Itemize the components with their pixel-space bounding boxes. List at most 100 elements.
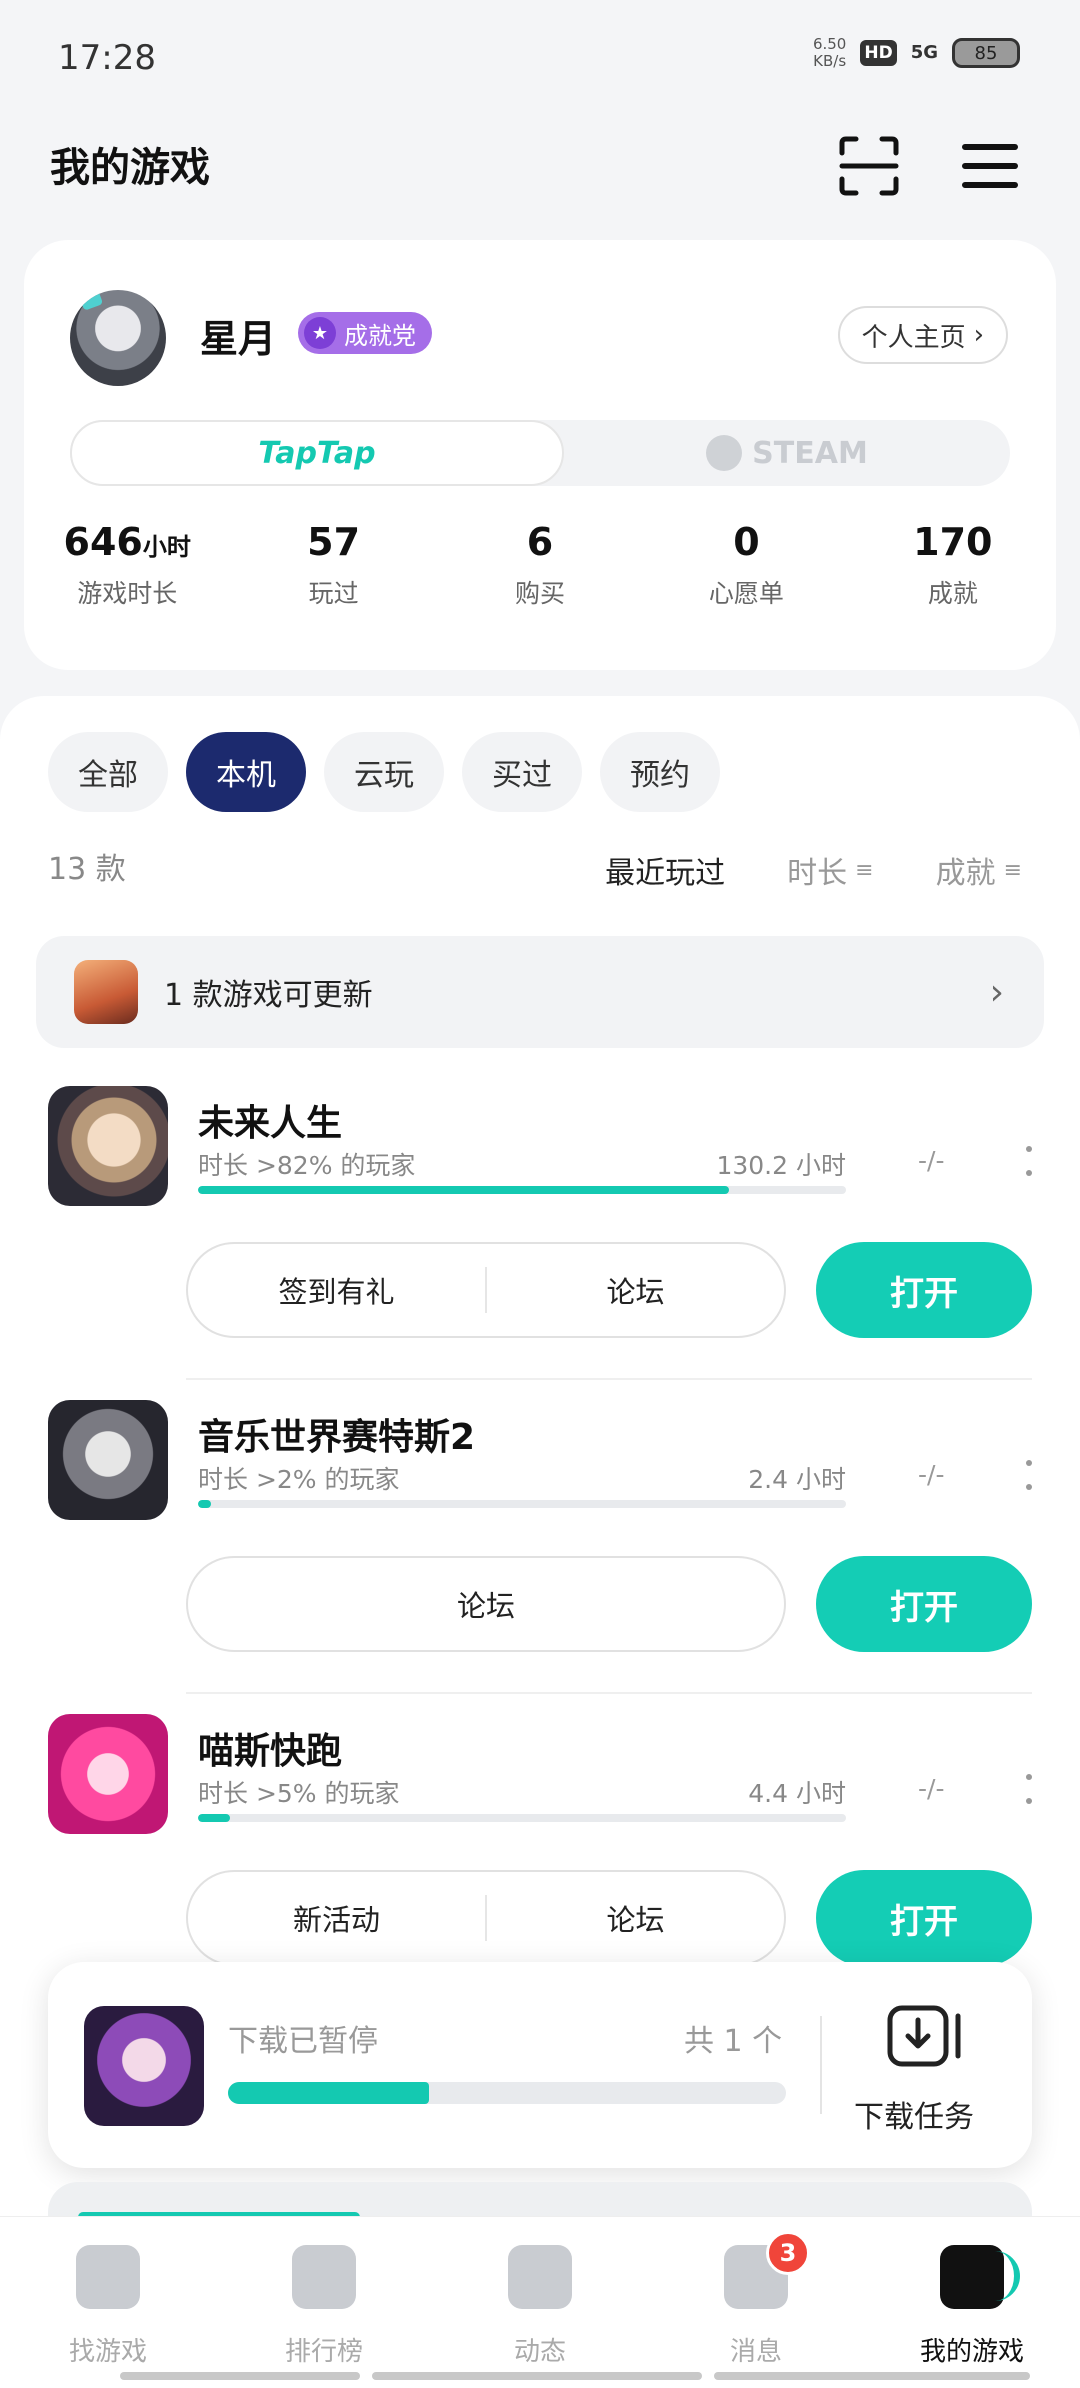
open-game-button[interactable]: 打开 (816, 1870, 1032, 1966)
stat-purchased[interactable]: 6 购买 (437, 520, 643, 610)
download-card[interactable]: 下载已暂停 共 1 个 下载任务 (48, 1962, 1032, 2168)
sort-options: 最近玩过 时长 ≡ 成就 ≡ (605, 848, 1022, 892)
status-bar: 17:28 6.50 KB/s HD 5G 85 (0, 0, 1080, 118)
download-status: 下载已暂停 (228, 2024, 378, 2059)
game-icon[interactable] (48, 1086, 168, 1206)
stat-label: 心愿单 (708, 579, 784, 608)
stat-achievements[interactable]: 170 成就 (850, 520, 1056, 610)
sort-icon: ≡ (1003, 857, 1022, 883)
playtime-progress-fill (198, 1500, 211, 1508)
more-options-icon[interactable] (1024, 1774, 1034, 1804)
menu-icon[interactable] (962, 142, 1018, 190)
game-item: 音乐世界赛特斯2 时长 >2% 的玩家 2.4 小时 -/- 论坛 打开 (0, 1400, 1080, 1710)
nav-find-games[interactable]: 找游戏 (0, 2217, 216, 2388)
scan-icon[interactable] (838, 135, 900, 197)
open-game-button[interactable]: 打开 (816, 1556, 1032, 1652)
badge-label: 成就党 (344, 321, 416, 350)
open-game-button[interactable]: 打开 (816, 1242, 1032, 1338)
more-options-icon[interactable] (1024, 1146, 1034, 1176)
game-playtime-rank: 时长 >82% 的玩家 (198, 1151, 416, 1180)
tab-steam[interactable]: STEAM (564, 420, 1010, 486)
homepage-button[interactable]: 个人主页 › (837, 306, 1008, 364)
sort-label: 成就 (935, 856, 996, 891)
filter-local[interactable]: 本机 (186, 732, 306, 812)
game-item: 未来人生 时长 >82% 的玩家 130.2 小时 -/- 签到有礼 论坛 打开 (0, 1086, 1080, 1396)
more-options-icon[interactable] (1024, 1460, 1034, 1490)
game-hours: 130.2 小时 (716, 1151, 846, 1180)
feed-icon (508, 2245, 572, 2309)
tab-taptap[interactable]: TapTap (70, 420, 564, 486)
home-indicator (120, 2372, 360, 2380)
status-time: 17:28 (58, 38, 156, 78)
stat-value: 57 (307, 520, 361, 564)
download-progress (228, 2082, 786, 2104)
game-name[interactable]: 未来人生 (198, 1094, 342, 1146)
checkin-button[interactable]: 签到有礼 (188, 1269, 485, 1311)
stat-value: 0 (733, 520, 760, 564)
divider (186, 1378, 1032, 1380)
filter-chips: 全部 本机 云玩 买过 预约 (48, 732, 720, 812)
playtime-progress (198, 1814, 846, 1822)
stat-wishlist[interactable]: 0 心愿单 (643, 520, 849, 610)
game-hours: 4.4 小时 (748, 1779, 846, 1808)
update-text: 1 款游戏可更新 (164, 978, 373, 1013)
username: 星月 (200, 317, 277, 361)
new-event-button[interactable]: 新活动 (188, 1897, 485, 1939)
playtime-progress (198, 1186, 846, 1194)
game-achievements: -/- (918, 1774, 945, 1803)
divider (820, 2016, 822, 2114)
game-achievements: -/- (918, 1146, 945, 1175)
stat-value: 170 (913, 520, 993, 564)
stat-label: 购买 (515, 579, 566, 608)
net-speed-unit: KB/s (813, 52, 847, 70)
nav-label: 我的游戏 (919, 2337, 1024, 2367)
download-tasks-icon[interactable] (886, 2004, 966, 2068)
steam-label: STEAM (752, 435, 868, 471)
chevron-right-icon: › (973, 320, 984, 350)
update-banner[interactable]: 1 款游戏可更新 › (36, 936, 1044, 1048)
nav-messages[interactable]: 3 消息 (648, 2217, 864, 2388)
sort-achievement[interactable]: 成就 ≡ (936, 848, 1022, 892)
stat-label: 玩过 (308, 579, 359, 608)
sort-recent[interactable]: 最近玩过 (605, 848, 725, 892)
achievement-badge[interactable]: ★ 成就党 (298, 312, 432, 354)
game-actions: 签到有礼 论坛 (186, 1242, 786, 1338)
filter-bought[interactable]: 买过 (462, 732, 582, 812)
filter-cloud[interactable]: 云玩 (324, 732, 444, 812)
sort-duration[interactable]: 时长 ≡ (787, 848, 873, 892)
notification-badge: 3 (766, 2231, 810, 2275)
home-indicator (372, 2372, 702, 2380)
download-game-thumbnail (84, 2006, 204, 2126)
net-speed: 6.50 KB/s (813, 36, 846, 70)
filter-reserved[interactable]: 预约 (600, 732, 720, 812)
trophy-icon: ★ (304, 317, 336, 349)
forum-button[interactable]: 论坛 (188, 1583, 784, 1625)
avatar[interactable] (70, 290, 166, 386)
download-tasks-label[interactable]: 下载任务 (854, 2092, 974, 2136)
download-progress-fill (228, 2082, 429, 2104)
signal-5g-icon: 5G (910, 42, 938, 63)
nav-feed[interactable]: 动态 (432, 2217, 648, 2388)
game-name[interactable]: 喵斯快跑 (198, 1722, 342, 1774)
stat-label: 游戏时长 (77, 579, 178, 608)
game-icon[interactable] (48, 1714, 168, 1834)
sort-icon: ≡ (855, 857, 874, 883)
playtime-progress-fill (198, 1814, 231, 1822)
nav-ranking[interactable]: 排行榜 (216, 2217, 432, 2388)
game-icon[interactable] (48, 1400, 168, 1520)
stat-playtime[interactable]: 646小时 游戏时长 (24, 520, 230, 610)
net-speed-value: 6.50 (812, 35, 847, 53)
filter-all[interactable]: 全部 (48, 732, 168, 812)
game-name[interactable]: 音乐世界赛特斯2 (198, 1408, 475, 1460)
stat-played[interactable]: 57 玩过 (230, 520, 436, 610)
playtime-progress-fill (198, 1186, 730, 1194)
forum-button[interactable]: 论坛 (487, 1269, 784, 1311)
sort-label: 时长 (787, 856, 848, 891)
profile-stats: 646小时 游戏时长 57 玩过 6 购买 0 心愿单 170 成就 (24, 520, 1056, 610)
profile-card: 星月 ★ 成就党 个人主页 › TapTap STEAM 646小时 游戏时长 … (24, 240, 1056, 670)
nav-my-games[interactable]: 我的游戏 (864, 2217, 1080, 2388)
stat-value: 6 (526, 520, 554, 564)
game-actions: 新活动 论坛 (186, 1870, 786, 1966)
platform-tabs: TapTap STEAM (70, 420, 1010, 486)
forum-button[interactable]: 论坛 (487, 1897, 784, 1939)
